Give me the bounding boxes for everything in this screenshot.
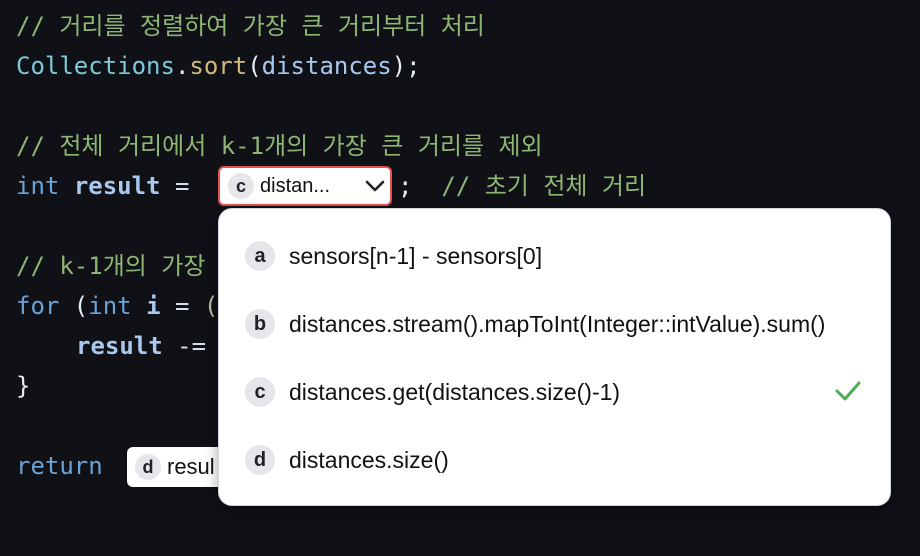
blank-result-select[interactable]: c distan... [218,166,392,206]
loop-init-partial: ( [203,292,219,320]
option-a[interactable]: a sensors[n-1] - sensors[0] [219,228,890,284]
code-line-return: return [16,446,103,486]
option-c[interactable]: c distances.get(distances.size()-1) [219,364,890,420]
blank-result-badge: c [228,173,254,199]
blank-return-value: resul [167,454,215,479]
answer-dropdown: a sensors[n-1] - sensors[0] b distances.… [218,208,891,506]
for-keyword: for [16,292,60,320]
dot-token: . [174,52,190,80]
method-name: sort [189,52,248,80]
option-b-text: distances.stream().mapToInt(Integer::int… [289,310,826,337]
option-a-text: sensors[n-1] - sensors[0] [289,242,543,269]
type-keyword: int [16,172,60,200]
semicolon: ; [398,172,413,200]
option-c-badge: c [245,377,275,407]
subtract-operator: -= [162,332,207,360]
code-line-result-init: int result = [16,166,204,206]
class-name: Collections [16,52,175,80]
code-line-result-tail: ; // 초기 전체 거리 [398,166,646,206]
chevron-down-icon[interactable] [360,171,390,201]
code-line-sort: Collections.sort(distances); [16,46,421,86]
loop-assign: = [160,292,204,320]
return-keyword: return [16,452,103,480]
variable-result-sub: result [76,332,163,360]
option-d[interactable]: d distances.size() [219,432,890,488]
inline-comment: // 초기 전체 거리 [441,172,647,200]
option-a-badge: a [245,241,275,271]
assign-operator: = [160,172,204,200]
comment-line-loop: // k-1개의 가장 [16,252,206,280]
loop-variable: i [146,292,161,320]
option-b[interactable]: b distances.stream().mapToInt(Integer::i… [219,296,890,352]
variable-result: result [73,172,161,200]
option-d-badge: d [245,445,275,475]
for-open-paren: ( [59,292,89,320]
option-d-text: distances.size() [289,446,449,473]
blank-return-badge: d [135,454,161,480]
open-paren: ( [247,52,262,80]
comment-line-exclude: // 전체 거리에서 k-1개의 가장 큰 거리를 제외 [16,132,543,160]
argument: distances [261,52,392,80]
option-c-text: distances.get(distances.size()-1) [289,378,621,405]
close-paren: ); [391,52,421,80]
blank-result-value: distan... [260,174,331,197]
option-b-badge: b [245,309,275,339]
closing-brace: } [16,372,31,400]
loop-type-keyword: int [88,292,132,320]
check-icon [834,378,862,409]
code-line-for: for (int i = ( [16,286,218,326]
code-line-subtract: result -= [76,326,206,366]
comment-line-sort: // 거리를 정렬하여 가장 큰 거리부터 처리 [16,12,485,40]
